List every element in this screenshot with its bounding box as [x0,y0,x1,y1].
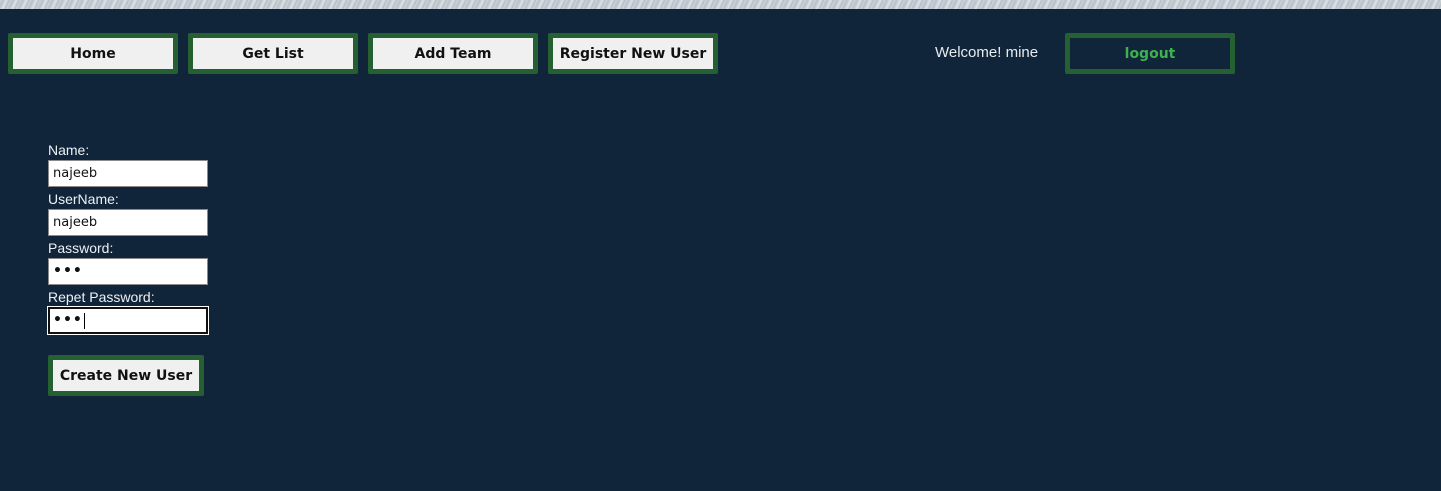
username-input[interactable]: najeeb [48,209,208,236]
create-new-user-button[interactable]: Create New User [48,355,204,396]
password-label: Password: [48,240,114,256]
nav-get-list-button[interactable]: Get List [188,33,358,74]
username-label: UserName: [48,191,119,207]
logout-button[interactable]: logout [1065,33,1235,74]
register-user-form: Name: najeeb UserName: najeeb Password: … [47,142,209,338]
repeat-password-input[interactable]: ••• [47,306,209,335]
username-input-value: najeeb [53,215,98,230]
logout-label: logout [1124,45,1176,62]
create-new-user-label: Create New User [59,367,193,384]
welcome-message: Welcome! mine [935,44,1039,61]
nav-get-list-label: Get List [242,45,304,62]
nav-add-team-label: Add Team [414,45,492,62]
repeat-password-input-value: ••• [53,312,83,328]
password-input-value: ••• [53,263,83,279]
repeat-password-label: Repet Password: [48,289,155,305]
name-input[interactable]: najeeb [48,160,208,187]
top-texture-strip [0,0,1441,9]
name-input-value: najeeb [53,166,98,181]
name-label: Name: [48,142,90,158]
text-caret [83,312,85,329]
nav-register-new-user-label: Register New User [559,45,707,62]
nav-home-button[interactable]: Home [8,33,178,74]
password-input[interactable]: ••• [48,258,208,285]
nav-register-new-user-button[interactable]: Register New User [548,33,718,74]
nav-home-label: Home [70,45,116,62]
nav-add-team-button[interactable]: Add Team [368,33,538,74]
